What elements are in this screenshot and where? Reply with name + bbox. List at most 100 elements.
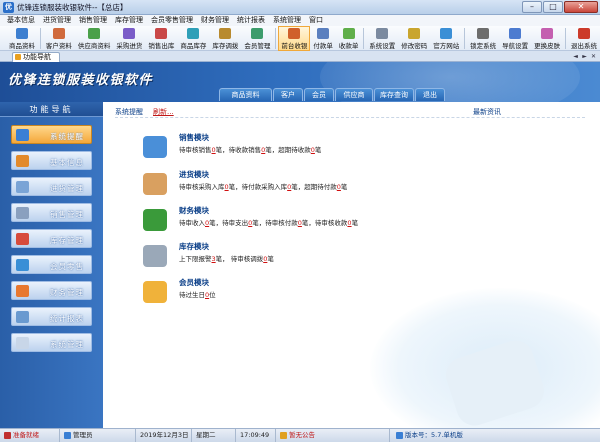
- toolbar-button[interactable]: 会员管理: [241, 26, 273, 51]
- toolbar-button[interactable]: 付款单: [310, 26, 336, 51]
- tab-close-icon[interactable]: ✕: [590, 53, 597, 60]
- module-icon: [143, 245, 167, 267]
- summary-text: 笔，待审支出: [209, 219, 249, 227]
- module-summary: 待过生日0位: [179, 289, 216, 299]
- module-title[interactable]: 财务模块: [179, 205, 209, 216]
- module-block: 财务模块 待审收入0笔，待审支出0笔，待审核付款0笔，待审核收款0笔: [143, 205, 443, 235]
- menu-item[interactable]: 库存管理: [111, 15, 147, 26]
- toolbar-button[interactable]: 收款单: [336, 26, 362, 51]
- toolbar-button[interactable]: 更换皮肤: [531, 26, 563, 51]
- minimize-button[interactable]: –: [522, 1, 542, 13]
- summary-text: 待审核销售: [179, 146, 212, 154]
- close-button[interactable]: ✕: [564, 1, 598, 13]
- toolbar-icon: [477, 28, 490, 39]
- left-nav-button[interactable]: 系统管理: [11, 333, 92, 352]
- menu-item[interactable]: 财务管理: [197, 15, 233, 26]
- toolbar-button[interactable]: 导航设置: [499, 26, 531, 51]
- module-title[interactable]: 库存模块: [179, 241, 209, 252]
- toolbar-button[interactable]: 退出系统: [568, 26, 600, 51]
- status-bar: 准备就绪 管理员 2019年12月3日 星期二 17:09:49 暂无公告 版本…: [0, 428, 600, 442]
- left-nav-button[interactable]: 统计报表: [11, 307, 92, 326]
- toolbar-button[interactable]: 前台收银: [278, 26, 311, 51]
- banner-tab[interactable]: 退出: [415, 88, 445, 101]
- toolbar-button[interactable]: 供应商资料: [75, 26, 114, 51]
- banner-tab[interactable]: 商品资料: [219, 88, 272, 101]
- tab-prev-icon[interactable]: ◄: [572, 53, 579, 60]
- menu-item[interactable]: 系统管理: [269, 15, 305, 26]
- banner-tab[interactable]: 客户: [273, 88, 303, 101]
- nav-module-icon: [16, 129, 29, 141]
- summary-text: 笔，超期待付款: [291, 183, 337, 191]
- status-state: 准备就绪: [0, 429, 60, 442]
- summary-text: 笔: [267, 255, 274, 263]
- left-nav-button[interactable]: 库存管理: [11, 229, 92, 248]
- banner-tab[interactable]: 会员: [304, 88, 334, 101]
- tab-next-icon[interactable]: ►: [581, 53, 588, 60]
- toolbar-button[interactable]: 库存调拨: [209, 26, 241, 51]
- summary-text: 笔，超期待收款: [265, 146, 311, 154]
- toolbar-button[interactable]: 商品库存: [177, 26, 209, 51]
- module-title[interactable]: 进货模块: [179, 169, 209, 180]
- summary-text: 笔，待审核收款: [301, 219, 348, 227]
- maximize-button[interactable]: □: [543, 1, 563, 13]
- document-tab-strip: 功能导航 ◄ ► ✕: [0, 51, 600, 62]
- menu-item[interactable]: 基本信息: [3, 15, 39, 26]
- module-block: 库存模块 上下限报警3笔， 待审核调拨0笔: [143, 241, 443, 271]
- nav-module-icon: [16, 337, 29, 349]
- toolbar-label: 采购进货: [116, 42, 143, 50]
- menu-item[interactable]: 进货管理: [39, 15, 75, 26]
- menu-item[interactable]: 会员零售管理: [147, 15, 197, 26]
- left-nav-label: 销售管理: [50, 210, 84, 219]
- banner-tab[interactable]: 供应商: [335, 88, 373, 101]
- summary-text: 待过生日: [179, 291, 205, 299]
- menu-item[interactable]: 统计报表: [233, 15, 269, 26]
- module-summary: 待审收入0笔，待审支出0笔，待审核付款0笔，待审核收款0笔: [179, 217, 358, 227]
- app-logo-icon: 优: [3, 2, 14, 13]
- summary-text: 待审收入: [179, 219, 205, 227]
- nav-module-icon: [16, 207, 29, 219]
- left-nav-button[interactable]: 进货管理: [11, 177, 92, 196]
- nav-module-icon: [16, 311, 29, 323]
- toolbar-button[interactable]: 销售出库: [145, 26, 177, 51]
- status-notice: 暂无公告: [276, 429, 390, 442]
- toolbar-button[interactable]: 系统设置: [366, 26, 398, 51]
- latest-news-link[interactable]: 最新资讯: [473, 107, 501, 117]
- toolbar-button[interactable]: 客户资料: [43, 26, 75, 51]
- toolbar-icon: [408, 28, 421, 39]
- module-icon: [143, 173, 167, 195]
- version-icon: [396, 432, 403, 439]
- menu-item[interactable]: 销售管理: [75, 15, 111, 26]
- module-summary: 待审核销售0笔，待收款销售0笔，超期待收款0笔: [179, 144, 321, 154]
- nav-module-icon: [16, 259, 29, 271]
- banner-tab[interactable]: 库存查询: [374, 88, 414, 101]
- summary-text: 笔，待审核付款: [252, 219, 298, 227]
- menu-item[interactable]: 窗口: [305, 15, 327, 26]
- left-nav-button[interactable]: 会员零售: [11, 255, 92, 274]
- left-nav-button[interactable]: 基本信息: [11, 151, 92, 170]
- nav-tab-icon: [15, 54, 21, 60]
- tab-label: 功能导航: [23, 53, 51, 61]
- toolbar-icon: [342, 28, 355, 39]
- left-nav-button[interactable]: 系统提醒: [11, 125, 92, 144]
- toolbar-label: 会员管理: [244, 42, 271, 50]
- module-title[interactable]: 销售模块: [179, 132, 209, 143]
- toolbar-icon: [440, 28, 453, 39]
- toolbar-icon: [376, 28, 389, 39]
- module-icon: [143, 281, 167, 303]
- toolbar-button[interactable]: 锁定系统: [467, 26, 499, 51]
- toolbar-button[interactable]: 官方网站: [430, 26, 462, 51]
- module-title[interactable]: 会员模块: [179, 277, 209, 288]
- toolbar-icon: [88, 28, 101, 39]
- refresh-link[interactable]: 刷新...: [153, 107, 174, 117]
- summary-text: 位: [209, 291, 216, 299]
- summary-text: 笔，待付款采购入库: [228, 183, 288, 191]
- tab-function-nav[interactable]: 功能导航: [12, 52, 60, 62]
- toolbar-button[interactable]: 商品资料: [6, 26, 38, 51]
- left-nav-button[interactable]: 财务管理: [11, 281, 92, 300]
- left-nav-button[interactable]: 销售管理: [11, 203, 92, 222]
- summary-text: 笔: [340, 183, 348, 191]
- toolbar-label: 修改密码: [401, 42, 428, 50]
- toolbar-button[interactable]: 修改密码: [398, 26, 430, 51]
- toolbar-label: 销售出库: [148, 42, 175, 50]
- toolbar-button[interactable]: 采购进货: [113, 26, 145, 51]
